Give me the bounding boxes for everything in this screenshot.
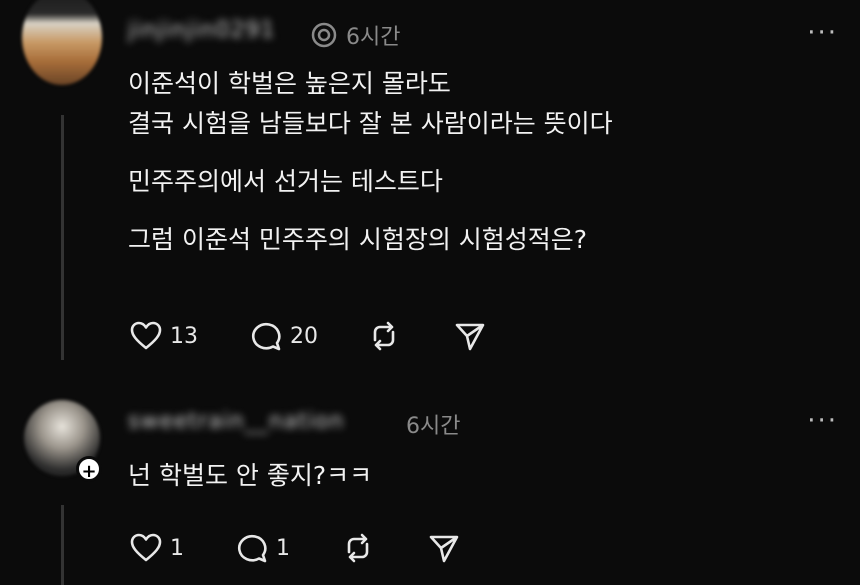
repost-button[interactable] (340, 530, 376, 566)
comment-icon (252, 322, 281, 351)
thread-post: jinjinjin0291 6시간 ··· 이준석이 학벌은 높은지 몰라도 결… (0, 0, 860, 370)
comment-button[interactable]: 20 (248, 318, 318, 354)
like-count: 13 (170, 323, 198, 349)
share-button[interactable] (452, 318, 488, 354)
comment-count: 1 (276, 535, 290, 561)
more-options-icon[interactable]: ··· (807, 406, 838, 436)
repost-icon (347, 533, 369, 563)
repost-button[interactable] (366, 318, 402, 354)
more-options-icon[interactable]: ··· (807, 18, 838, 48)
follow-plus-icon[interactable]: + (76, 456, 102, 482)
comment-icon (238, 534, 267, 563)
username[interactable]: jinjinjin0291 (128, 18, 276, 43)
post-body: 넌 학벌도 안 좋지?ㅋㅋ (128, 461, 373, 490)
post-text-line: 민주주의에서 선거는 테스트다 (128, 167, 443, 196)
heart-icon (130, 321, 162, 350)
heart-icon (130, 533, 162, 562)
post-body: 이준석이 학벌은 높은지 몰라도 결국 시험을 남들보다 잘 본 사람이라는 뜻… (128, 64, 613, 260)
post-text-line: 이준석이 학벌은 높은지 몰라도 (128, 69, 451, 98)
thread-line (61, 115, 64, 360)
threads-badge-icon (311, 22, 337, 48)
like-button[interactable]: 1 (128, 530, 184, 566)
post-text-line: 결국 시험을 남들보다 잘 본 사람이라는 뜻이다 (128, 109, 613, 138)
thread-line (61, 505, 64, 585)
action-bar: 1 1 (128, 530, 462, 566)
post-time: 6시간 (346, 25, 401, 50)
action-bar: 13 20 (128, 318, 488, 354)
avatar[interactable] (22, 0, 102, 85)
post-text-line: 그럼 이준석 민주주의 시험장의 시험성적은? (128, 225, 588, 254)
thread-reply: + sweetrain__nation 6시간 ··· 넌 학벌도 안 좋지?ㅋ… (0, 380, 860, 585)
post-meta: 6시간 (310, 19, 400, 51)
comment-count: 20 (290, 323, 318, 349)
comment-button[interactable]: 1 (234, 530, 290, 566)
repost-icon (373, 321, 395, 351)
share-button[interactable] (426, 530, 462, 566)
username[interactable]: sweetrain__nation (128, 409, 344, 434)
send-icon (429, 535, 459, 563)
post-time: 6시간 (406, 414, 461, 439)
like-count: 1 (170, 535, 184, 561)
like-button[interactable]: 13 (128, 318, 198, 354)
post-meta: 6시간 (406, 408, 460, 440)
send-icon (455, 323, 485, 351)
